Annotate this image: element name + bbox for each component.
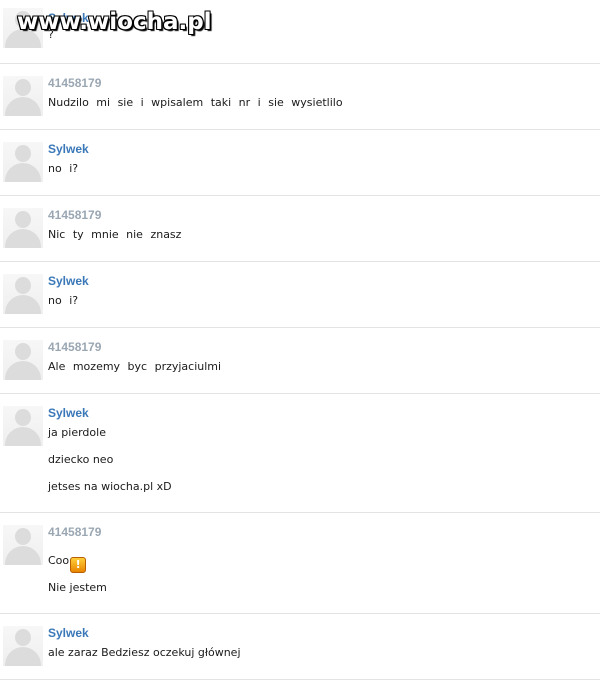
avatar-body-shape xyxy=(5,295,41,314)
avatar xyxy=(3,208,43,248)
exclamation-emoticon-icon: ! xyxy=(70,557,87,573)
avatar-body-shape xyxy=(5,229,41,248)
message-author[interactable]: Sylwek xyxy=(48,406,89,420)
message-author[interactable]: Sylwek xyxy=(48,142,89,156)
chat-message: Sylwek ja pierdole dziecko neo jetses na… xyxy=(0,394,600,513)
avatar-body-shape xyxy=(5,427,41,446)
message-text: no i? xyxy=(48,294,79,307)
chat-message: Sylwek no i? xyxy=(0,262,600,328)
avatar-head-shape xyxy=(15,343,31,360)
message-text: ale zaraz Bedziesz oczekuj głównej xyxy=(48,646,241,659)
avatar-body-shape xyxy=(5,163,41,182)
message-author[interactable]: 41458179 xyxy=(48,76,101,90)
avatar xyxy=(3,525,43,565)
message-text: jetses na wiocha.pl xD xyxy=(48,480,172,493)
message-text: Nudzilo mi sie i wpisalem taki nr i sie … xyxy=(48,96,343,109)
avatar-body-shape xyxy=(5,97,41,116)
message-text: Nic ty mnie nie znasz xyxy=(48,228,182,241)
avatar-head-shape xyxy=(15,277,31,294)
chat-message: 41458179 Coo! Nie jestem xyxy=(0,513,600,614)
message-text: Ale mozemy byc przyjaciulmi xyxy=(48,360,222,373)
avatar-head-shape xyxy=(15,629,31,646)
message-author[interactable]: Sylwek xyxy=(48,626,89,640)
avatar xyxy=(3,406,43,446)
chat-message: 41458179 Ale mozemy byc przyjaciulmi xyxy=(0,328,600,394)
message-author[interactable]: 41458179 xyxy=(48,525,101,539)
chat-message: 41458179 Nic ty mnie nie znasz xyxy=(0,196,600,262)
avatar-head-shape xyxy=(15,79,31,96)
message-text: Nie jestem xyxy=(48,581,107,594)
avatar-body-shape xyxy=(5,546,41,565)
avatar xyxy=(3,340,43,380)
message-text-part: Coo xyxy=(48,554,70,567)
avatar-body-shape xyxy=(5,361,41,380)
message-text: Coo! xyxy=(48,554,87,573)
avatar-head-shape xyxy=(15,409,31,426)
avatar-head-shape xyxy=(15,145,31,162)
avatar xyxy=(3,76,43,116)
message-author[interactable]: 41458179 xyxy=(48,340,101,354)
chat-message: Sylwek ale zaraz Bedziesz oczekuj główne… xyxy=(0,614,600,680)
chat-message: 41458179 Nudzilo mi sie i wpisalem taki … xyxy=(0,64,600,130)
avatar-head-shape xyxy=(15,211,31,228)
avatar-head-shape xyxy=(15,528,31,545)
avatar xyxy=(3,626,43,666)
avatar xyxy=(3,274,43,314)
message-text: ja pierdole xyxy=(48,426,106,439)
watermark: www.wiocha.pl xyxy=(17,9,212,35)
message-author[interactable]: 41458179 xyxy=(48,208,101,222)
avatar-body-shape xyxy=(5,647,41,666)
avatar xyxy=(3,142,43,182)
chat-message: Sylwek no i? xyxy=(0,130,600,196)
message-author[interactable]: Sylwek xyxy=(48,274,89,288)
message-text: no i? xyxy=(48,162,79,175)
message-text: dziecko neo xyxy=(48,453,114,466)
